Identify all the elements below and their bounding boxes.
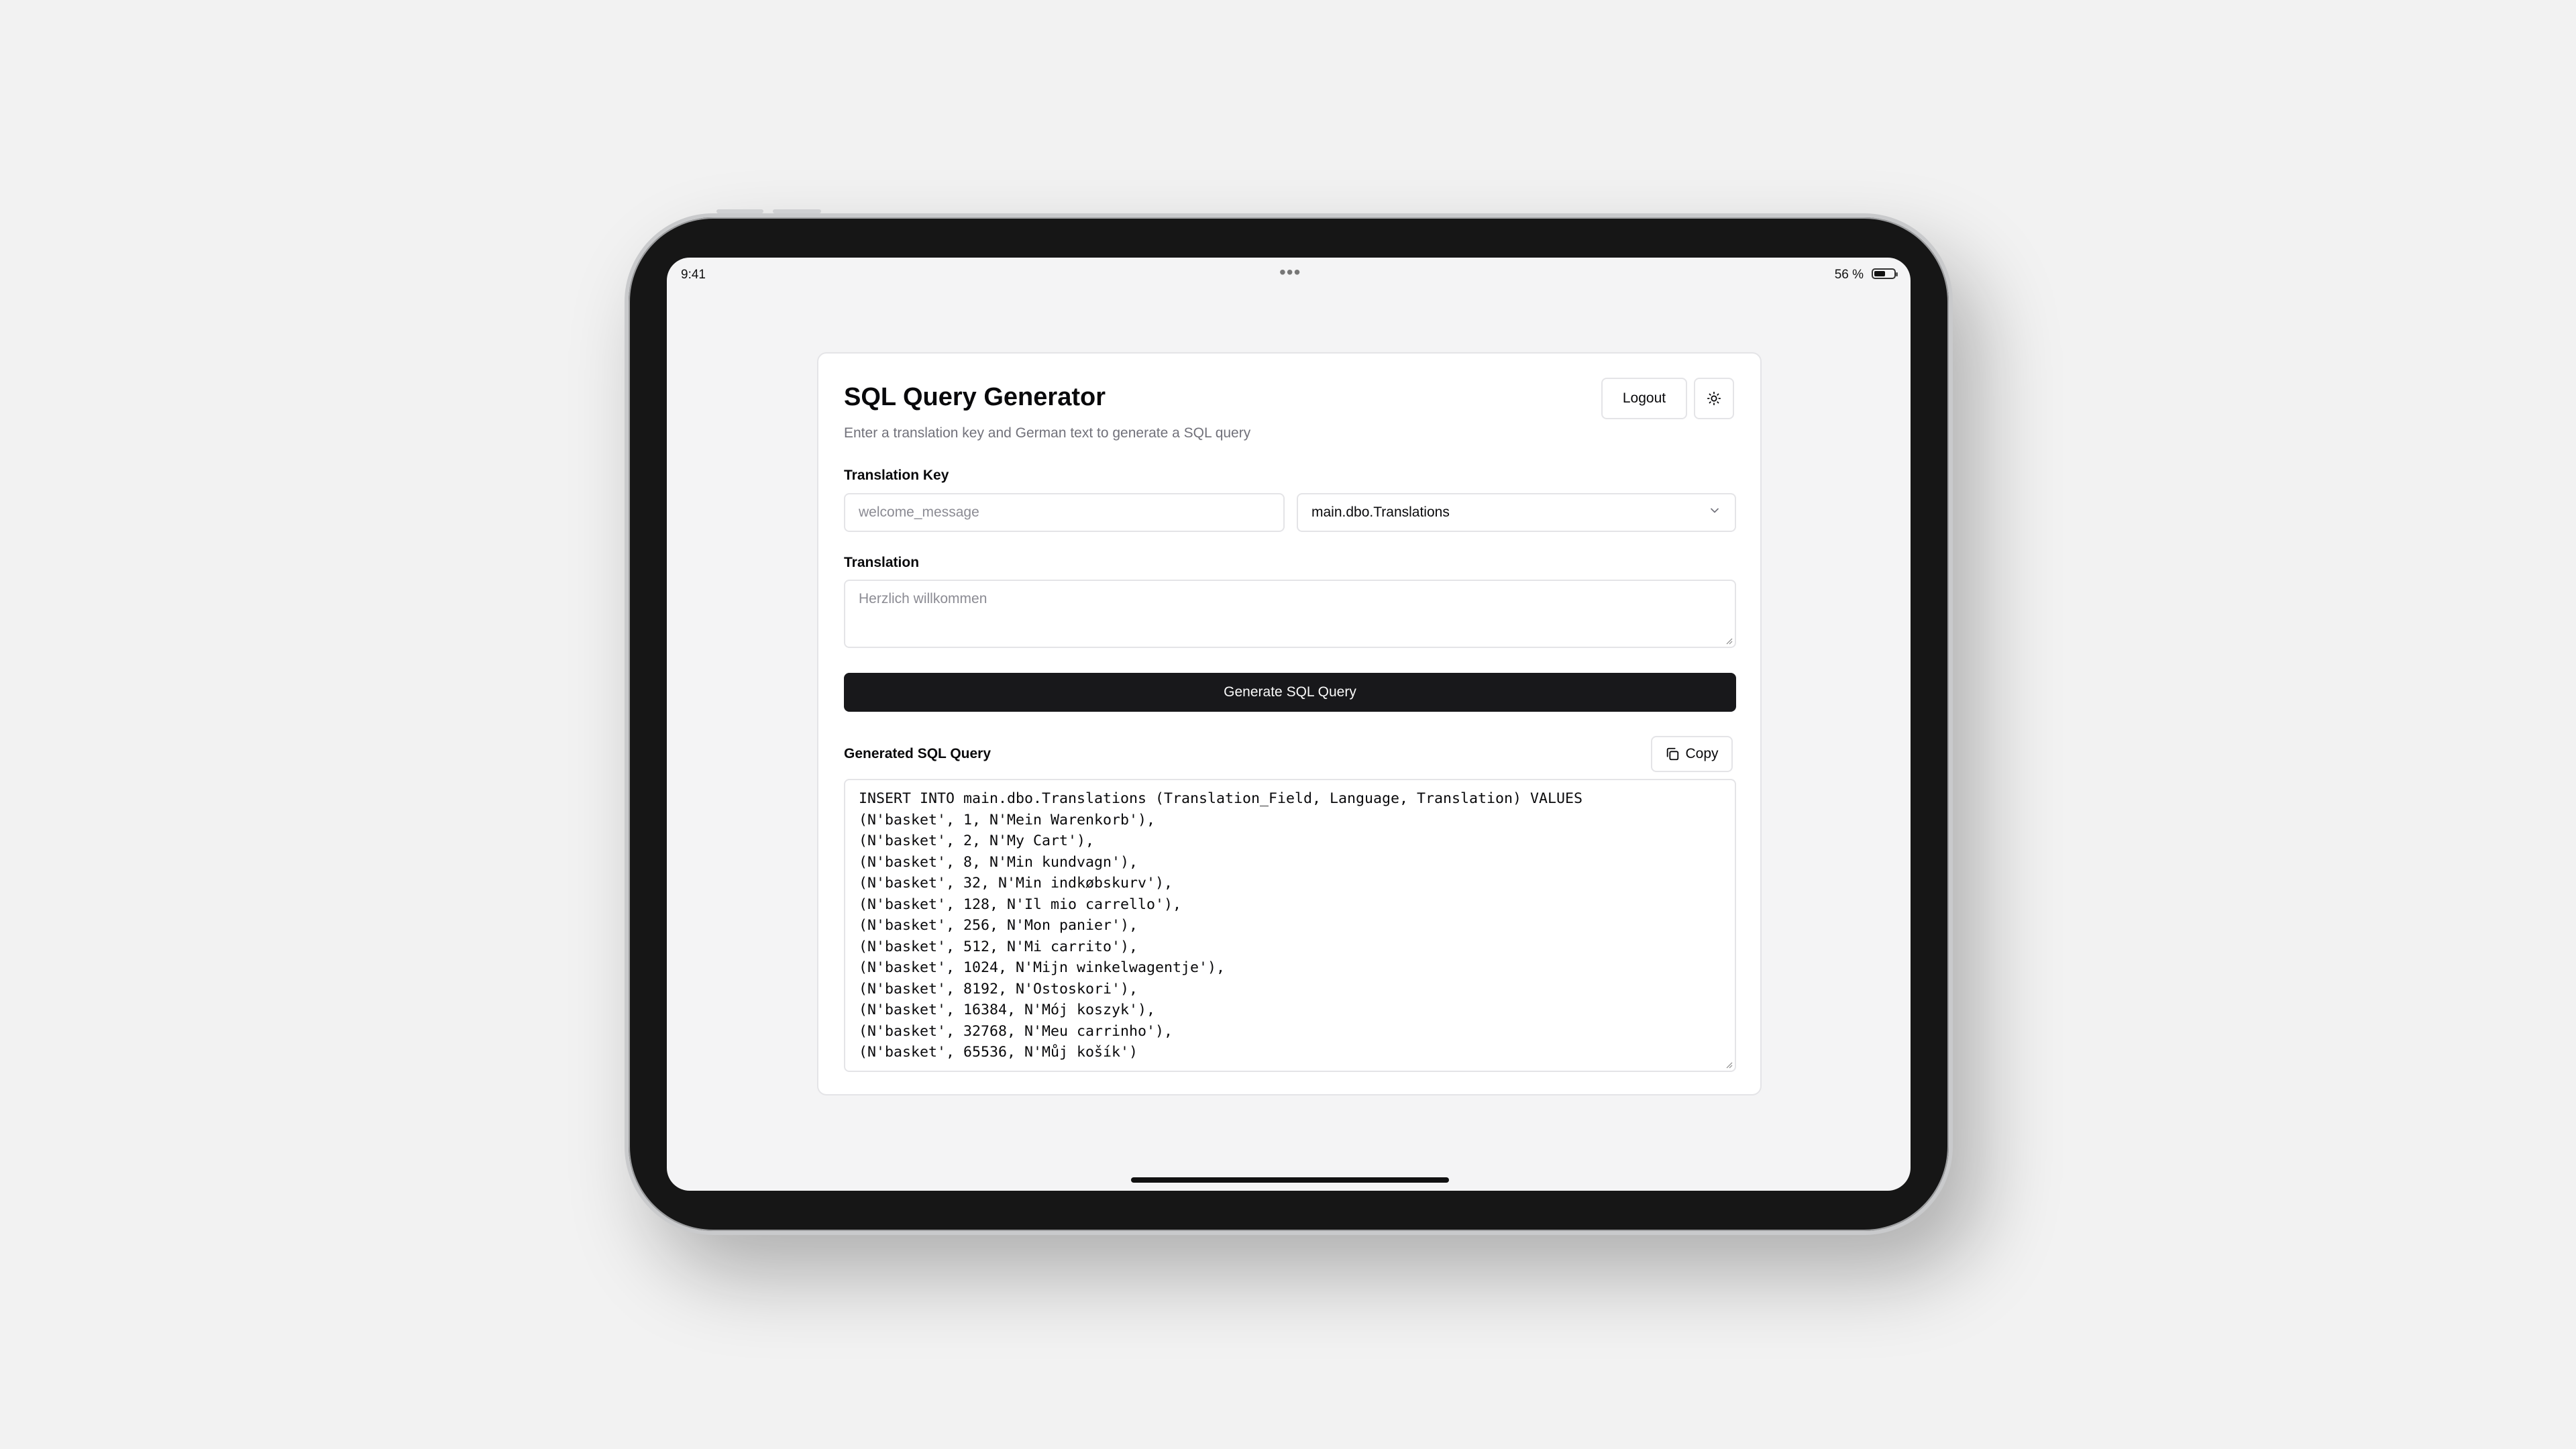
generate-sql-button[interactable]: Generate SQL Query [844, 673, 1736, 712]
page-title: SQL Query Generator [844, 383, 1106, 411]
sql-line: (N'basket', 256, N'Mon panier'), [859, 917, 1138, 934]
translation-key-placeholder: welcome_message [859, 504, 979, 520]
translation-textarea[interactable]: Herzlich willkommen [844, 580, 1736, 648]
sql-line: (N'basket', 16384, N'Mój koszyk'), [859, 1002, 1156, 1018]
sql-line: (N'basket', 1, N'Mein Warenkorb'), [859, 811, 1156, 828]
screen: 9:41 ••• 56 % SQL Query Generator Enter … [667, 258, 1911, 1191]
table-select-value: main.dbo.Translations [1311, 504, 1450, 520]
translation-key-label: Translation Key [844, 468, 949, 483]
sql-output-text: INSERT INTO main.dbo.Translations (Trans… [859, 788, 1582, 1063]
sql-line: (N'basket', 32, N'Min indkøbskurv'), [859, 875, 1173, 892]
chevron-down-icon [1711, 508, 1719, 513]
battery-fill [1874, 271, 1885, 276]
sql-line: INSERT INTO main.dbo.Translations (Trans… [859, 790, 1583, 807]
sql-line: (N'basket', 512, N'Mi carrito'), [859, 938, 1138, 955]
multitasking-dots-icon[interactable]: ••• [1279, 262, 1301, 283]
generated-sql-label: Generated SQL Query [844, 746, 991, 761]
translation-placeholder: Herzlich willkommen [859, 591, 987, 606]
logout-button[interactable]: Logout [1601, 378, 1687, 419]
top-button-1 [716, 209, 763, 213]
top-button-2 [773, 209, 821, 213]
home-indicator[interactable] [1131, 1177, 1449, 1183]
resize-handle-icon[interactable] [1725, 637, 1733, 645]
status-time: 9:41 [681, 268, 706, 282]
copy-label: Copy [1685, 746, 1719, 761]
copy-button[interactable]: Copy [1651, 736, 1733, 772]
table-select[interactable]: main.dbo.Translations [1297, 493, 1736, 532]
theme-toggle-button[interactable] [1694, 378, 1734, 419]
sql-line: (N'basket', 1024, N'Mijn winkelwagentje'… [859, 959, 1226, 976]
battery-percentage: 56 % [1834, 268, 1864, 282]
page-subtitle: Enter a translation key and German text … [844, 425, 1251, 441]
sql-line: (N'basket', 2, N'My Cart'), [859, 833, 1095, 849]
generator-card: SQL Query Generator Enter a translation … [817, 352, 1762, 1095]
sql-line: (N'basket', 65536, N'Můj košík') [859, 1044, 1138, 1061]
sql-line: (N'basket', 8192, N'Ostoskori'), [859, 980, 1138, 998]
battery-icon [1872, 268, 1898, 279]
sql-output-textarea[interactable]: INSERT INTO main.dbo.Translations (Trans… [844, 779, 1736, 1072]
translation-label: Translation [844, 555, 920, 570]
sql-line: (N'basket', 128, N'Il mio carrello'), [859, 896, 1182, 913]
resize-handle-icon[interactable] [1725, 1061, 1733, 1069]
sql-line: (N'basket', 32768, N'Meu carrinho'), [859, 1022, 1173, 1040]
sql-line: (N'basket', 8, N'Min kundvagn'), [859, 853, 1138, 871]
status-bar: 9:41 ••• 56 % [667, 258, 1911, 292]
copy-icon [1667, 747, 1679, 761]
translation-key-input[interactable]: welcome_message [844, 493, 1285, 532]
sun-icon [1707, 391, 1721, 406]
